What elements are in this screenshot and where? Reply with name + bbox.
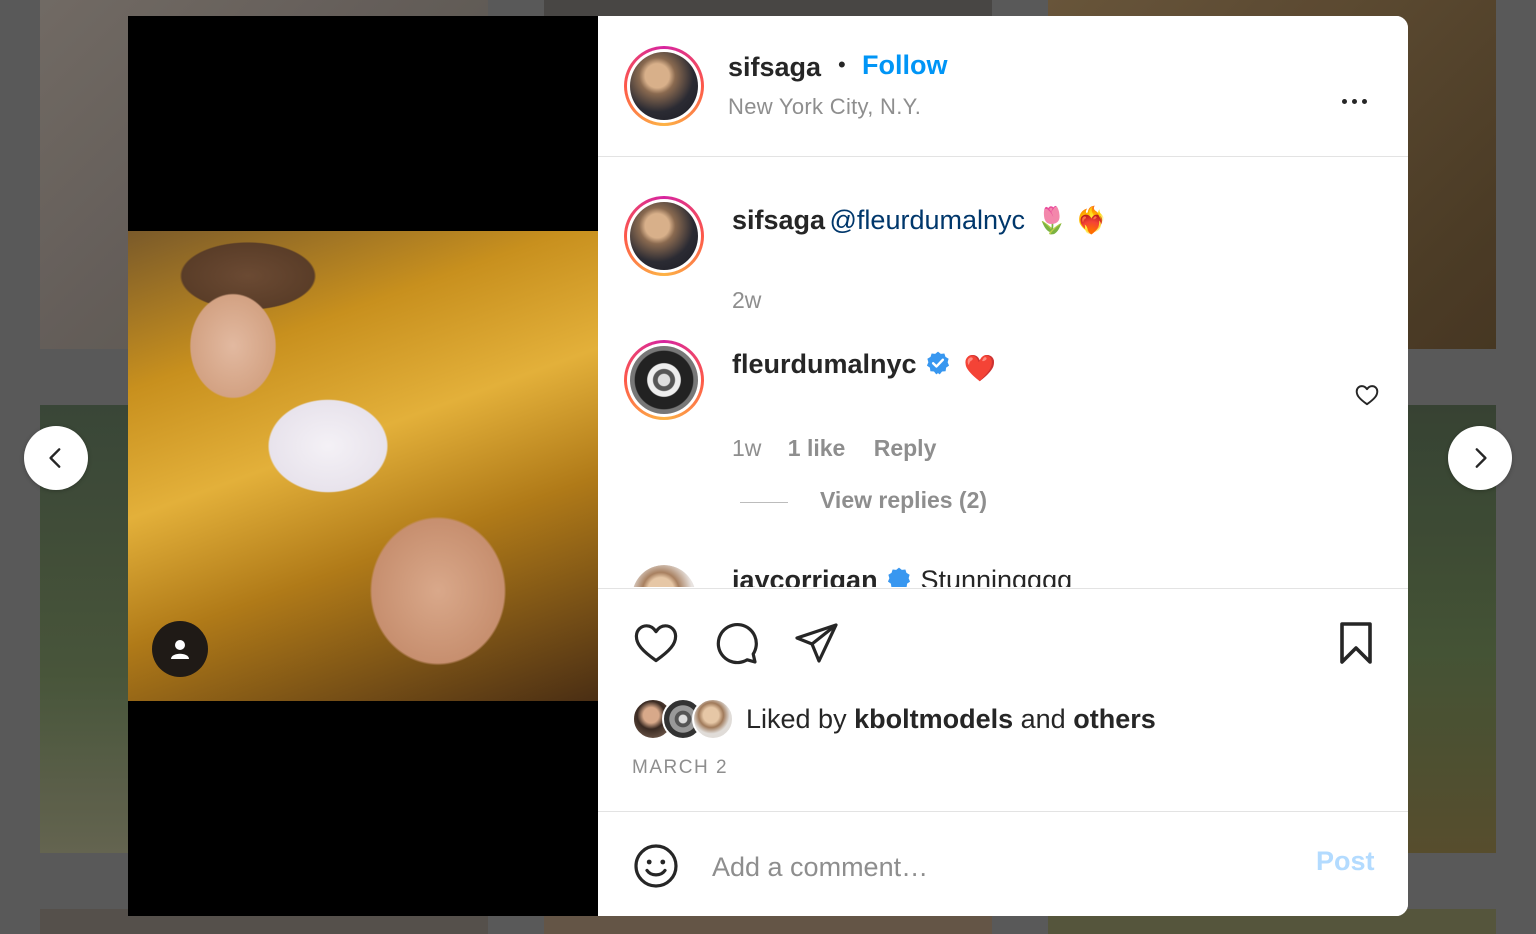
verified-badge-icon (926, 351, 950, 375)
chevron-right-icon (1475, 448, 1487, 468)
post-comment-button[interactable]: Post (1316, 846, 1375, 877)
chevron-left-icon (49, 448, 61, 468)
liked-by-conjunction: and (1020, 703, 1066, 734)
author-username[interactable]: sifsaga (728, 52, 821, 83)
post-header: sifsaga • Follow New York City, N.Y. (598, 16, 1408, 157)
emoji-smiley-icon[interactable] (632, 842, 680, 890)
caption-username[interactable]: sifsaga (732, 205, 825, 235)
comment-time[interactable]: 1w (732, 435, 761, 461)
verified-badge-icon (887, 567, 911, 587)
tagged-users-button[interactable] (152, 621, 208, 677)
caption-mention[interactable]: @fleurdumalnyc (830, 205, 1026, 235)
liked-by-prefix: Liked by (746, 703, 847, 734)
author-avatar[interactable] (624, 46, 704, 126)
comment: jaycorrigan Stunningggg (732, 565, 1072, 587)
view-replies-button[interactable]: View replies (2) (820, 487, 987, 514)
follow-button[interactable]: Follow (862, 50, 947, 81)
caption-time[interactable]: 2w (732, 287, 761, 314)
comment-like-heart-icon[interactable] (1354, 382, 1380, 408)
post-date[interactable]: MARCH 2 (632, 757, 728, 779)
post-location[interactable]: New York City, N.Y. (728, 94, 921, 120)
add-comment-section: Post (598, 811, 1408, 916)
share-send-icon[interactable] (792, 619, 840, 667)
more-options-icon[interactable] (1334, 86, 1374, 116)
replies-divider-line (740, 502, 788, 503)
post-media (128, 16, 598, 916)
next-post-button[interactable] (1448, 426, 1512, 490)
comment-username[interactable]: fleurdumalnyc (732, 349, 917, 379)
like-heart-icon[interactable] (632, 619, 680, 667)
comment-meta: 1w 1 like Reply (732, 435, 936, 462)
post-modal: sifsaga • Follow New York City, N.Y. sif… (128, 16, 1408, 916)
separator-dot: • (838, 52, 846, 77)
comment: fleurdumalnyc ❤️ (732, 349, 996, 384)
comment-input[interactable] (710, 844, 1294, 890)
liked-by-others[interactable]: others (1073, 704, 1156, 734)
liked-by-row: Liked by kboltmodels and others (632, 697, 1156, 741)
comment-username[interactable]: jaycorrigan (732, 565, 878, 587)
comment-emoji: ❤️ (963, 353, 996, 383)
post-actions: Liked by kboltmodels and others MARCH 2 (598, 588, 1408, 811)
comment-bubble-icon[interactable] (712, 619, 760, 667)
liked-by-user[interactable]: kboltmodels (854, 704, 1013, 734)
comments-list[interactable]: sifsaga @fleurdumalnyc 🌷 ❤️‍🔥 2w fleurdu… (598, 157, 1408, 587)
comment-likes[interactable]: 1 like (788, 435, 846, 461)
previous-post-button[interactable] (24, 426, 88, 490)
post-details-panel: sifsaga • Follow New York City, N.Y. sif… (598, 16, 1408, 916)
user-icon (171, 640, 189, 659)
caption-emoji: 🌷 ❤️‍🔥 (1035, 205, 1108, 235)
liker-avatar[interactable] (692, 698, 734, 740)
save-bookmark-icon[interactable] (1332, 619, 1380, 667)
caption: sifsaga @fleurdumalnyc 🌷 ❤️‍🔥 (732, 205, 1107, 236)
commenter-avatar[interactable] (624, 340, 704, 420)
comment-text: Stunningggg (920, 565, 1073, 587)
caption-author-avatar[interactable] (624, 196, 704, 276)
commenter-avatar[interactable] (632, 565, 696, 587)
liked-by-text: Liked by kboltmodels and others (746, 704, 1156, 735)
reply-button[interactable]: Reply (874, 435, 937, 461)
